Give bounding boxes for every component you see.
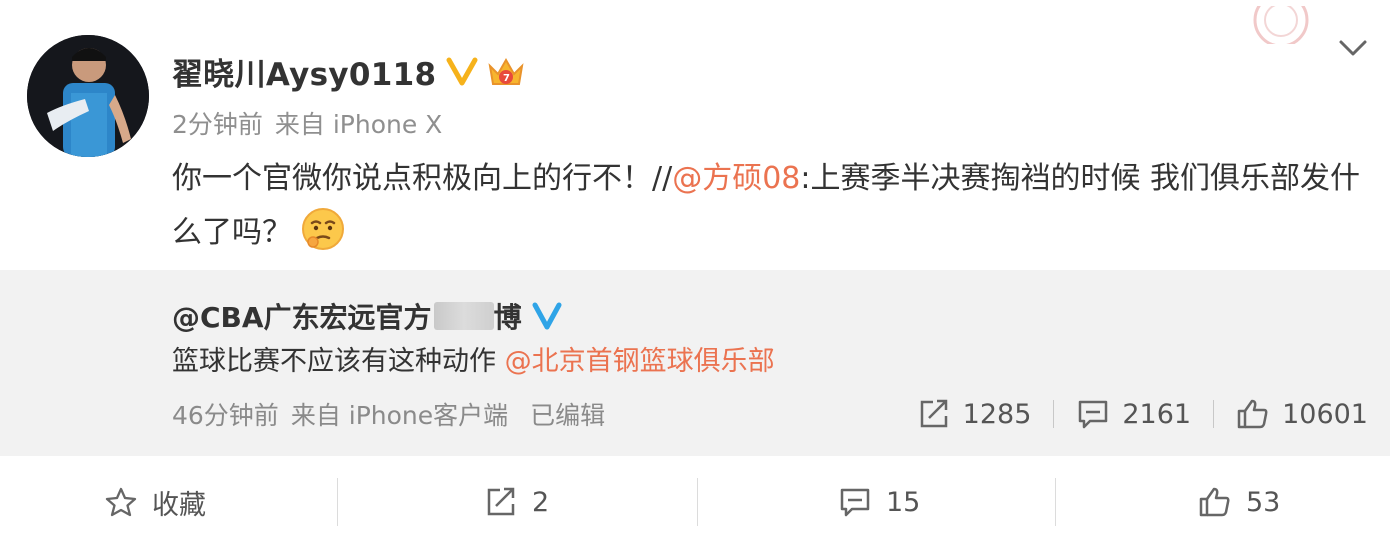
comment-icon <box>1079 400 1108 429</box>
divider <box>697 478 698 526</box>
divider <box>1055 478 1056 526</box>
avatar-photo <box>27 35 149 157</box>
mention-link[interactable]: @方硕08 <box>672 161 800 196</box>
repost-comment-count: 2161 <box>1122 398 1192 430</box>
weibo-post: 翟晓川Aysy0118 7 2分钟前 来自 iPhone X 你一个官微你说点积极… <box>0 0 1390 544</box>
star-icon <box>105 487 137 517</box>
svg-text:7: 7 <box>503 73 510 84</box>
repost-like-count: 10601 <box>1282 398 1368 430</box>
share-button[interactable]: 2 <box>484 482 549 522</box>
share-count: 2 <box>532 486 550 518</box>
divider <box>337 478 338 526</box>
stamp-watermark-icon <box>1253 6 1309 44</box>
like-count: 53 <box>1246 486 1281 518</box>
thumbs-up-icon <box>1237 399 1268 429</box>
share-icon <box>920 399 947 428</box>
avatar[interactable] <box>27 35 149 157</box>
repost-meta: 46分钟前 来自 iPhone客户端 已编辑 <box>172 396 617 432</box>
repost-text: 篮球比赛不应该有这种动作 @北京首钢篮球俱乐部 <box>172 342 775 382</box>
comment-count: 15 <box>886 486 921 518</box>
repost-text-body: 篮球比赛不应该有这种动作 <box>172 346 505 377</box>
thumbs-up-icon <box>1199 487 1230 517</box>
repost-source: 来自 iPhone客户端 <box>290 401 509 430</box>
favorite-label: 收藏 <box>152 489 206 521</box>
repost-author-row: @CBA广东宏远官方 博 <box>172 296 562 336</box>
repost-author-name[interactable]: @CBA广东宏远官方 <box>172 296 432 336</box>
member-crown-icon[interactable]: 7 <box>486 52 526 90</box>
repost-author-name-tail[interactable]: 博 <box>494 296 522 336</box>
repost-actions: 1285 2161 10601 <box>917 394 1368 434</box>
verified-blue-v-icon <box>532 302 562 330</box>
verified-v-icon <box>446 57 478 86</box>
repost-time[interactable]: 46分钟前 <box>172 401 279 430</box>
repost-edited[interactable]: 已编辑 <box>530 401 605 430</box>
post-time[interactable]: 2分钟前 <box>172 110 263 139</box>
divider <box>1213 400 1215 428</box>
post-text: 你一个官微你说点积极向上的行不！//@方硕08:上赛季半决赛掏裆的时候 我们俱乐… <box>172 152 1367 260</box>
divider <box>1053 400 1055 428</box>
post-meta: 2分钟前 来自 iPhone X <box>172 105 454 141</box>
post-text-part1: 你一个官微你说点积极向上的行不！// <box>172 161 673 196</box>
repost-mention-link[interactable]: @北京首钢篮球俱乐部 <box>505 346 775 377</box>
favorite-button[interactable]: 收藏 <box>104 482 206 522</box>
comment-button[interactable]: 15 <box>838 482 920 522</box>
post-source: 来自 iPhone X <box>274 110 443 139</box>
repost-box: @CBA广东宏远官方 博 篮球比赛不应该有这种动作 @北京首钢篮球俱乐部 46分钟… <box>0 270 1390 456</box>
action-bar: 收藏 2 15 53 <box>0 456 1390 544</box>
author-name[interactable]: 翟晓川Aysy0118 <box>172 49 436 94</box>
author-row: 翟晓川Aysy0118 7 <box>172 48 526 94</box>
repost-like-button[interactable]: 10601 <box>1236 398 1368 430</box>
redacted-blur <box>433 302 494 330</box>
share-icon <box>487 487 515 516</box>
chevron-down-icon[interactable] <box>1336 34 1370 62</box>
repost-share-button[interactable]: 1285 <box>917 398 1032 430</box>
thinking-emoji-icon <box>302 208 344 250</box>
comment-icon <box>840 488 870 517</box>
repost-comment-button[interactable]: 2161 <box>1076 398 1191 430</box>
like-button[interactable]: 53 <box>1198 482 1280 522</box>
repost-share-count: 1285 <box>962 398 1032 430</box>
